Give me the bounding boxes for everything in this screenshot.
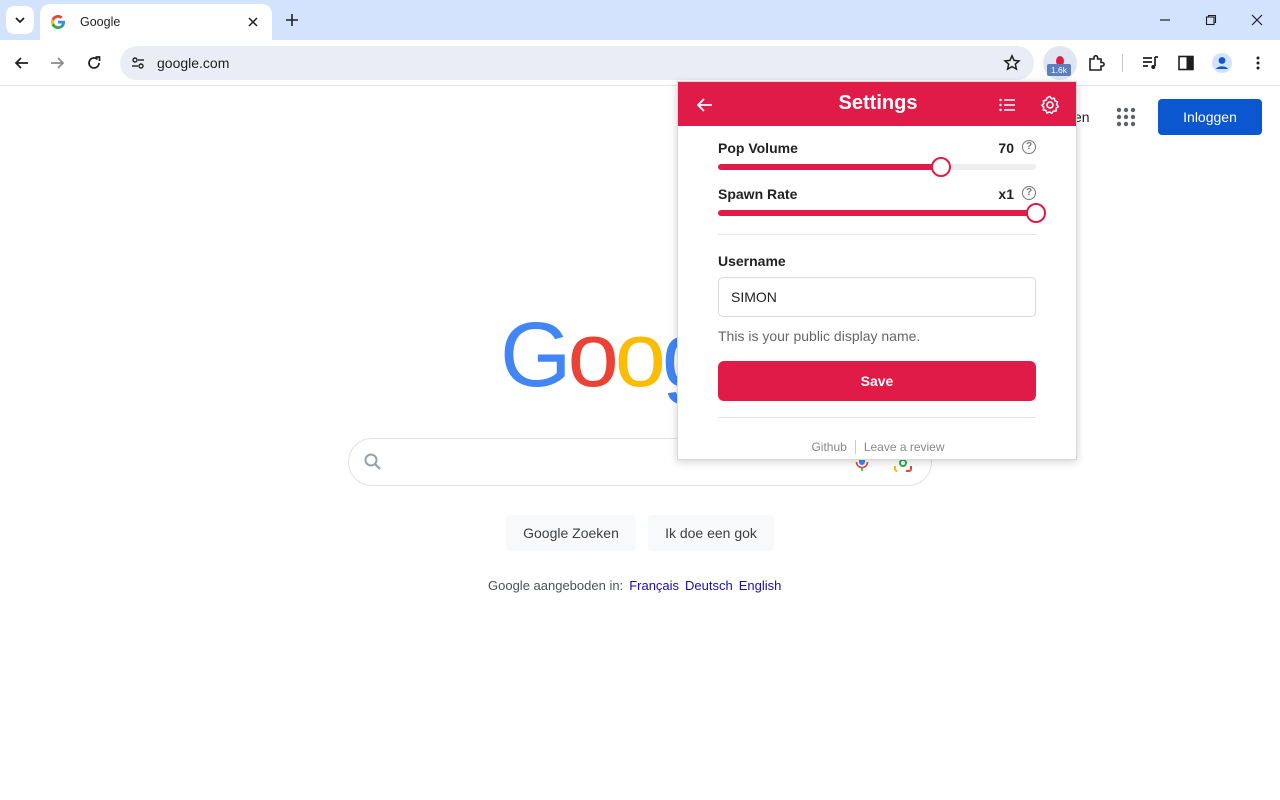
spawn-rate-setting: Spawn Rate x1 ? <box>718 172 1046 223</box>
chevron-down-icon <box>15 17 25 24</box>
logo-letter: o <box>567 304 619 406</box>
media-controls-button[interactable] <box>1138 51 1162 75</box>
bookmark-star-icon[interactable] <box>1002 53 1022 73</box>
puzzle-icon <box>1089 54 1105 71</box>
browser-menu-button[interactable] <box>1246 51 1270 75</box>
signin-button[interactable]: Inloggen <box>1158 99 1262 135</box>
extension-settings-popup: Settings Pop Volume 70 ? Spawn Rate x1 ? <box>677 81 1077 460</box>
apps-grid-icon <box>1116 107 1136 127</box>
pop-volume-value: 70 <box>998 140 1014 156</box>
pop-volume-setting: Pop Volume 70 ? <box>718 126 1036 177</box>
avatar-icon <box>1212 53 1232 73</box>
logo-letter: G <box>500 304 572 406</box>
footer-separator <box>854 440 856 454</box>
google-search-button[interactable]: Google Zoeken <box>506 515 636 551</box>
restore-button[interactable] <box>1199 8 1223 32</box>
gear-icon <box>1041 95 1060 115</box>
popup-footer: Github Leave a review <box>678 434 1076 459</box>
tab-title: Google <box>80 15 121 29</box>
username-input[interactable] <box>718 277 1036 317</box>
extensions-button[interactable] <box>1084 51 1108 75</box>
feeling-lucky-button[interactable]: Ik doe een gok <box>648 515 774 551</box>
search-icon <box>364 453 381 470</box>
save-button[interactable]: Save <box>718 361 1036 401</box>
list-icon <box>999 98 1015 112</box>
minimize-button[interactable] <box>1153 8 1177 32</box>
help-icon[interactable]: ? <box>1022 186 1036 200</box>
close-icon <box>1251 14 1263 26</box>
site-info-icon[interactable] <box>128 53 148 73</box>
side-panel-button[interactable] <box>1174 51 1198 75</box>
settings-button[interactable] <box>1039 94 1061 116</box>
arrow-left-icon <box>14 57 28 69</box>
profile-button[interactable] <box>1210 51 1234 75</box>
tab-search-button[interactable] <box>6 6 34 34</box>
plus-icon <box>286 14 298 26</box>
section-divider <box>718 417 1036 418</box>
username-hint: This is your public display name. <box>718 328 921 344</box>
spawn-rate-label: Spawn Rate <box>718 186 798 202</box>
restore-icon <box>1205 14 1217 26</box>
leave-review-link[interactable]: Leave a review <box>864 440 945 454</box>
list-button[interactable] <box>996 94 1018 116</box>
kebab-menu-icon <box>1256 56 1260 70</box>
extension-count-badge: 1.6k <box>1047 64 1071 76</box>
slider-fill <box>718 164 941 170</box>
slider-fill <box>718 210 1036 216</box>
github-link[interactable]: Github <box>811 440 846 454</box>
arrow-right-icon <box>51 57 65 69</box>
side-panel-icon <box>1178 55 1194 71</box>
queue-music-icon <box>1143 56 1158 69</box>
language-link-french[interactable]: Français <box>629 578 679 593</box>
pop-volume-label: Pop Volume <box>718 140 798 156</box>
username-label: Username <box>718 253 786 269</box>
slider-thumb[interactable] <box>1026 203 1046 223</box>
language-offer-label: Google aangeboden in: <box>488 578 624 593</box>
google-apps-button[interactable] <box>1114 105 1138 129</box>
new-tab-button[interactable] <box>280 8 304 32</box>
minimize-icon <box>1160 19 1170 21</box>
spawn-rate-value: x1 <box>998 186 1014 202</box>
tab-strip: Google <box>0 0 1280 40</box>
pop-volume-slider[interactable] <box>718 157 1036 177</box>
section-divider <box>718 234 1036 235</box>
close-window-button[interactable] <box>1245 8 1269 32</box>
address-bar[interactable]: google.com <box>120 46 1034 80</box>
back-button[interactable] <box>8 49 36 77</box>
close-tab-icon[interactable] <box>244 13 262 31</box>
browser-tab[interactable]: Google <box>40 4 272 40</box>
logo-letter: o <box>614 304 666 406</box>
spawn-rate-slider[interactable] <box>718 203 1046 223</box>
forward-button[interactable] <box>43 49 71 77</box>
language-link-german[interactable]: Deutsch <box>685 578 733 593</box>
reload-icon <box>88 56 101 69</box>
browser-toolbar: google.com <box>0 40 1280 86</box>
url-text[interactable]: google.com <box>157 55 229 71</box>
popup-header: Settings <box>678 82 1076 126</box>
reload-button[interactable] <box>80 49 108 77</box>
language-offer: Google aangeboden in: Français Deutsch Engl… <box>488 578 781 593</box>
help-icon[interactable]: ? <box>1022 140 1036 154</box>
toolbar-separator <box>1122 54 1123 72</box>
google-favicon-icon <box>51 15 65 29</box>
language-link-english[interactable]: English <box>739 578 782 593</box>
